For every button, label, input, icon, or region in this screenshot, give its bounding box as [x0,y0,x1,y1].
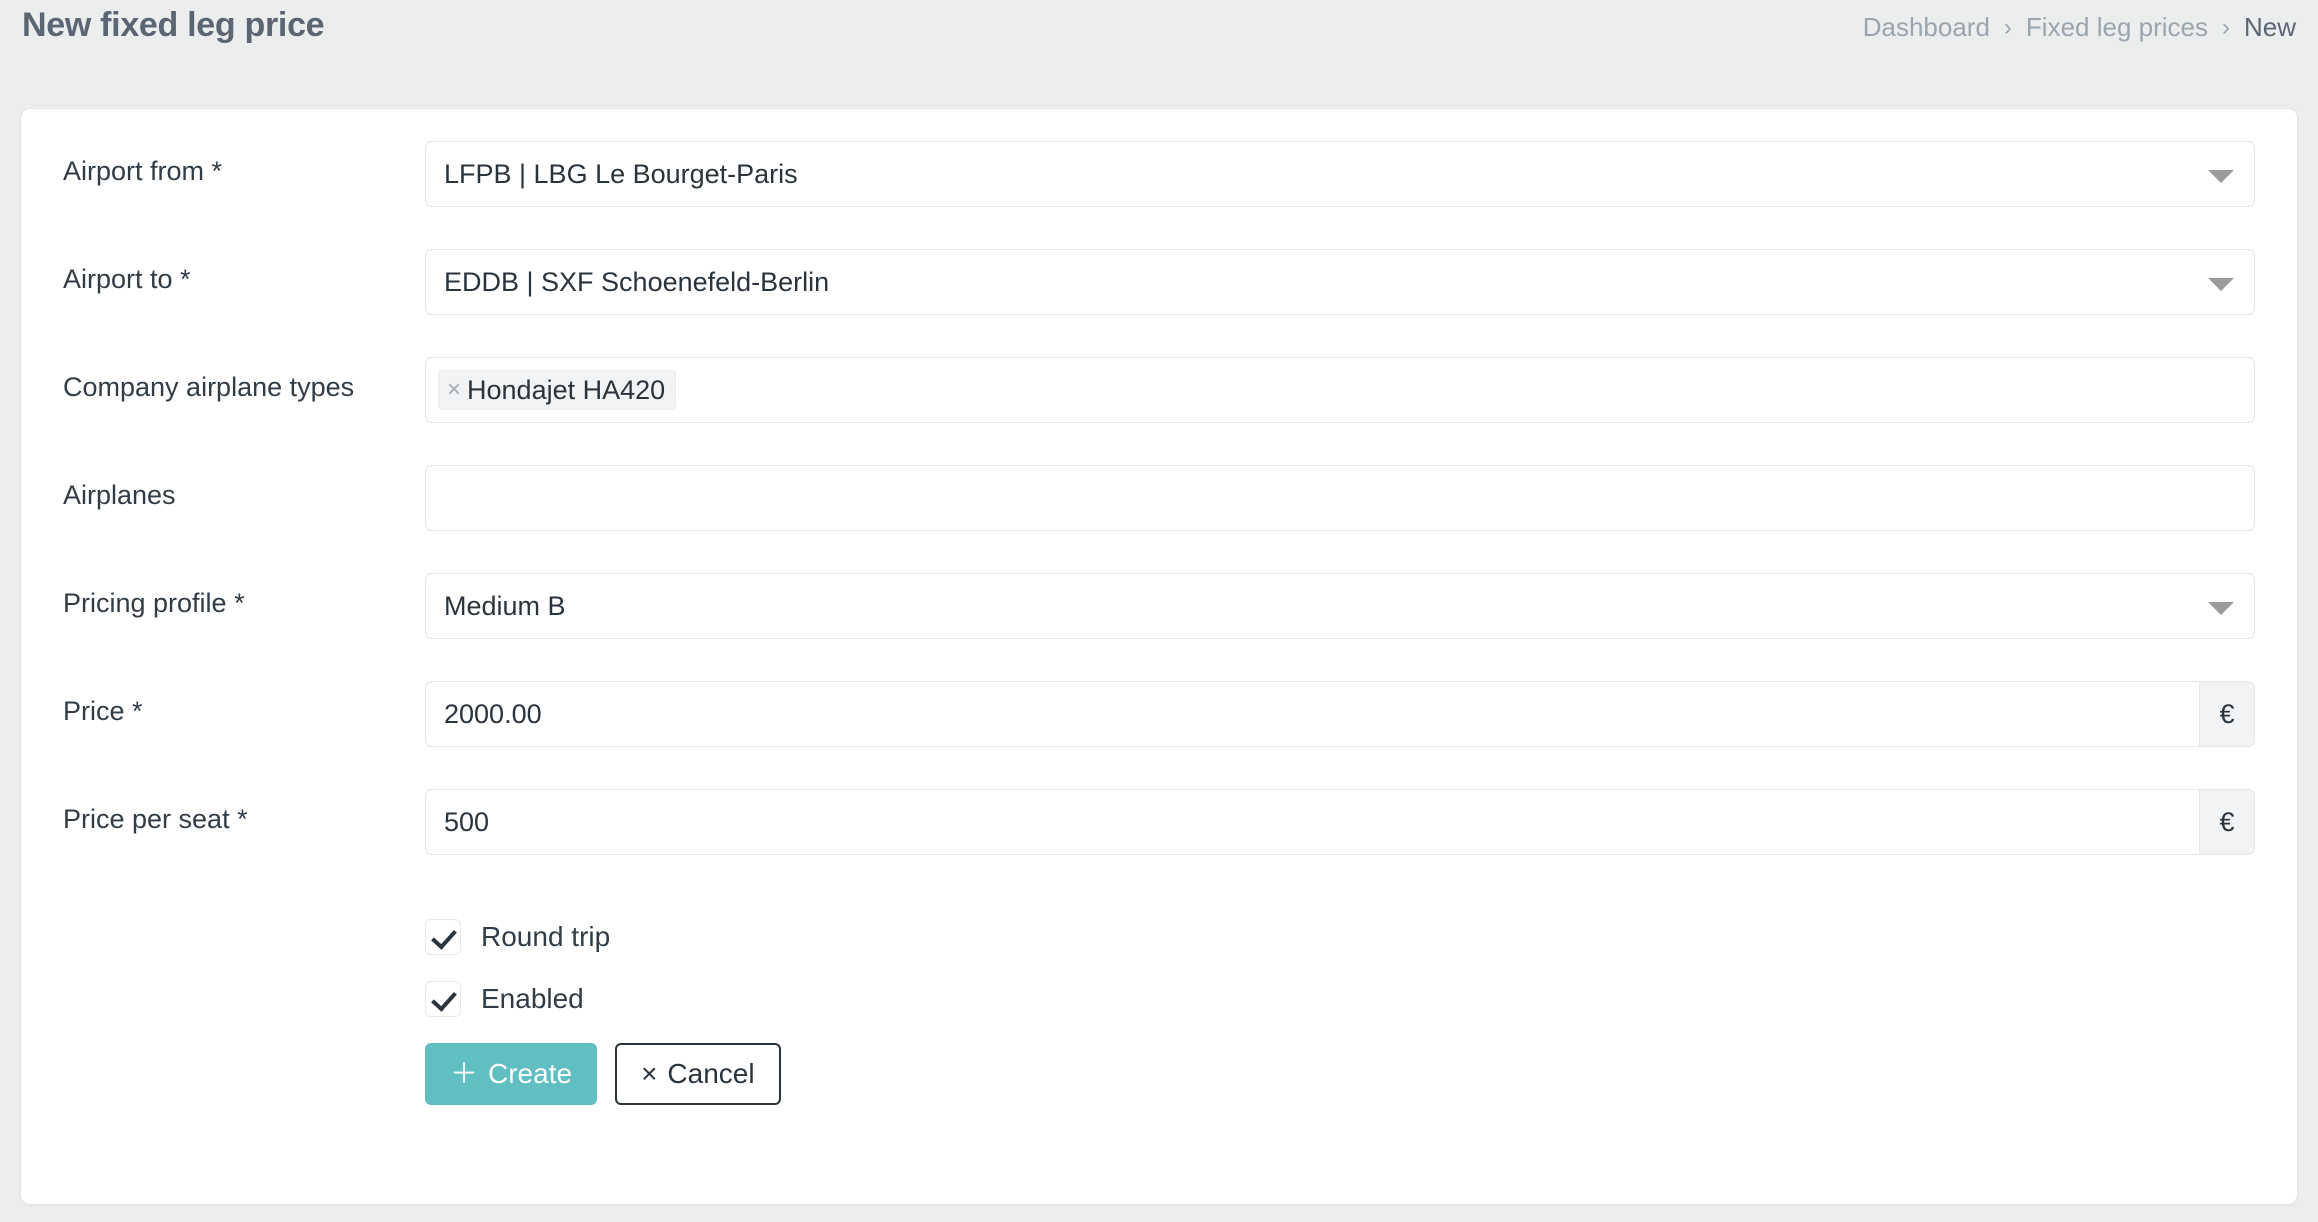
enabled-checkbox-wrap[interactable]: Enabled [425,981,584,1017]
enabled-checkbox[interactable] [425,981,461,1017]
breadcrumb-item-fixed-leg-prices[interactable]: Fixed leg prices [2026,12,2208,43]
label-airplanes: Airplanes [63,480,176,510]
airport-to-value: EDDB | SXF Schoenefeld-Berlin [444,266,830,297]
company-airplane-types-multiselect[interactable]: × Hondajet HA420 [425,357,2255,423]
field-airport-to: EDDB | SXF Schoenefeld-Berlin [425,249,2297,315]
close-icon: × [641,1058,658,1089]
form-row-airplanes: Airplanes [21,465,2297,531]
chip-remove-icon[interactable]: × [447,378,461,402]
pricing-profile-select[interactable]: Medium B [425,573,2255,639]
breadcrumb: Dashboard › Fixed leg prices › New [1863,12,2296,43]
form-row-airport-from: Airport from * LFPB | LBG Le Bourget-Par… [21,141,2297,207]
cancel-button-label: Cancel [667,1058,755,1089]
tag-chip[interactable]: × Hondajet HA420 [438,370,677,410]
page-title: New fixed leg price [22,6,325,44]
create-button[interactable]: ＋ Create [425,1043,598,1105]
form-row-round-trip: Round trip [21,919,2297,955]
enabled-label: Enabled [481,983,584,1014]
topbar: New fixed leg price Dashboard › Fixed le… [0,0,2318,108]
label-price: Price * [63,696,143,726]
price-currency-addon: € [2199,681,2255,747]
round-trip-checkbox-wrap[interactable]: Round trip [425,919,610,955]
create-button-label: Create [488,1058,573,1089]
breadcrumb-separator-icon: › [2003,13,2012,41]
action-buttons: ＋ Create × Cancel [425,1043,781,1105]
label-pricing-profile: Pricing profile * [63,588,245,618]
breadcrumb-item-new: New [2243,12,2296,42]
page-root: New fixed leg price Dashboard › Fixed le… [0,0,2318,1222]
label-price-per-seat: Price per seat * [63,804,248,834]
breadcrumb-separator-icon: › [2221,13,2230,41]
form-row-airport-to: Airport to * EDDB | SXF Schoenefeld-Berl… [21,249,2297,315]
cancel-button[interactable]: × Cancel [615,1043,781,1105]
plus-icon: ＋ [450,1058,479,1089]
fixed-leg-price-form: Airport from * LFPB | LBG Le Bourget-Par… [21,109,2297,1204]
form-actions: ＋ Create × Cancel [21,1043,2297,1105]
airport-from-value: LFPB | LBG Le Bourget-Paris [444,158,798,189]
form-row-price: Price * 2000.00 € [21,681,2297,747]
chevron-down-icon[interactable] [2208,278,2234,291]
field-price-per-seat: 500 € [425,789,2297,855]
airplanes-multiselect[interactable] [425,465,2255,531]
round-trip-checkbox[interactable] [425,919,461,955]
price-per-seat-currency-addon: € [2199,789,2255,855]
price-input[interactable]: 2000.00 [425,681,2199,747]
price-value: 2000.00 [444,698,542,729]
field-pricing-profile: Medium B [425,573,2297,639]
price-per-seat-value: 500 [444,806,490,837]
price-per-seat-input-group: 500 € [425,789,2255,855]
chip-label: Hondajet HA420 [467,374,666,405]
airport-from-select[interactable]: LFPB | LBG Le Bourget-Paris [425,141,2255,207]
chevron-down-icon[interactable] [2208,170,2234,183]
pricing-profile-value: Medium B [444,590,566,621]
form-card: Airport from * LFPB | LBG Le Bourget-Par… [20,108,2298,1205]
airport-to-select[interactable]: EDDB | SXF Schoenefeld-Berlin [425,249,2255,315]
field-company-airplane-types: × Hondajet HA420 [425,357,2297,423]
form-row-enabled: Enabled [21,981,2297,1017]
breadcrumb-item-dashboard[interactable]: Dashboard [1863,12,1990,43]
label-airport-to: Airport to * [63,264,191,294]
field-airplanes [425,465,2297,531]
price-input-group: 2000.00 € [425,681,2255,747]
label-airport-from: Airport from * [63,156,223,186]
field-airport-from: LFPB | LBG Le Bourget-Paris [425,141,2297,207]
price-per-seat-input[interactable]: 500 [425,789,2199,855]
field-price: 2000.00 € [425,681,2297,747]
chevron-down-icon[interactable] [2208,602,2234,615]
label-company-airplane-types: Company airplane types [63,372,355,402]
round-trip-label: Round trip [481,921,611,952]
form-row-pricing-profile: Pricing profile * Medium B [21,573,2297,639]
form-row-price-per-seat: Price per seat * 500 € [21,789,2297,855]
form-row-company-airplane-types: Company airplane types × Hondajet HA420 [21,357,2297,423]
